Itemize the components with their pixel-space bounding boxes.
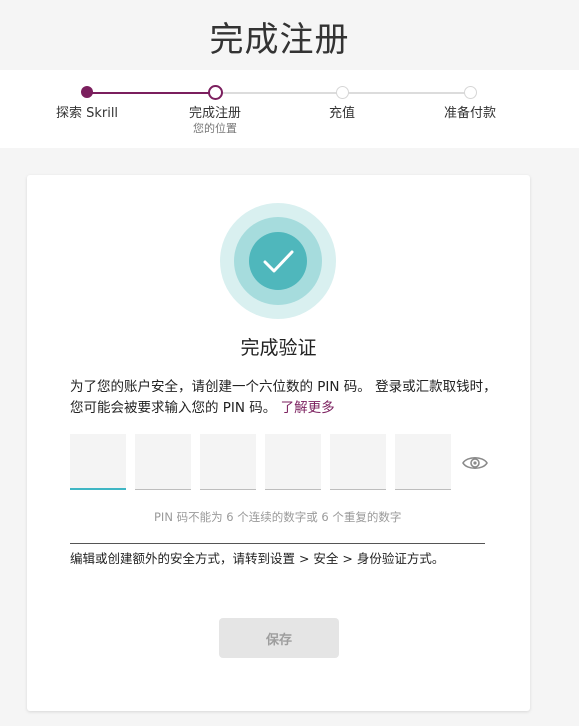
step-label-ready: 准备付款 (443, 106, 497, 121)
save-button[interactable]: 保存 (219, 618, 339, 658)
pin-digit-1[interactable] (70, 434, 126, 490)
card-title: 完成验证 (240, 337, 317, 359)
check-icon (263, 250, 294, 273)
success-badge-core (249, 232, 307, 290)
success-badge-ring (234, 217, 322, 305)
step-sublabel-register: 您的位置 (193, 122, 237, 135)
step-dot-topup (336, 86, 349, 99)
pin-digit-2[interactable] (135, 434, 191, 490)
step-dot-ready (464, 86, 477, 99)
step-label-explore: 探索 Skrill (55, 106, 119, 121)
step-line-done (88, 92, 216, 94)
step-dot-explore (81, 86, 93, 98)
pin-digit-4[interactable] (265, 434, 321, 490)
eye-icon[interactable] (461, 453, 489, 473)
pin-digit-5[interactable] (330, 434, 386, 490)
pin-digit-6[interactable] (395, 434, 451, 490)
verification-card: 完成验证 为了您的账户安全，请创建一个六位数的 PIN 码。 登录或汇款取钱时，… (27, 175, 530, 711)
progress-stepper: 探索 Skrill 完成注册 您的位置 充值 准备付款 (0, 70, 579, 148)
step-label-topup: 充值 (328, 106, 356, 121)
pin-description: 为了您的账户安全，请创建一个六位数的 PIN 码。 登录或汇款取钱时，您可能会被… (70, 377, 510, 419)
learn-more-link[interactable]: 了解更多 (281, 400, 335, 416)
pin-hint: PIN 码不能为 6 个连续的数字或 6 个重复的数字 (154, 510, 402, 524)
divider (70, 543, 485, 544)
pin-digit-3[interactable] (200, 434, 256, 490)
page-title: 完成注册 (209, 20, 350, 60)
security-settings-note: 编辑或创建额外的安全方式，请转到设置 > 安全 > 身份验证方式。 (70, 551, 445, 566)
step-label-register: 完成注册 (188, 106, 242, 121)
step-dot-register (208, 85, 223, 100)
success-badge (220, 203, 336, 319)
